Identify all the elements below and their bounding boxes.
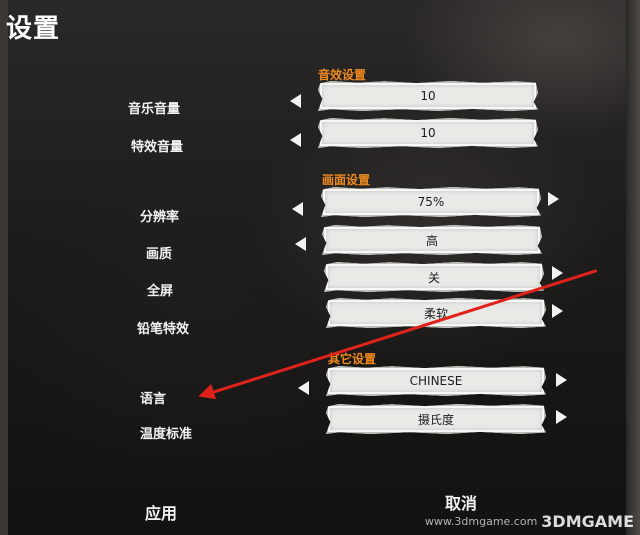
- music-volume-value: 10: [318, 81, 538, 111]
- fullscreen-label: 全屏: [147, 284, 174, 299]
- apply-button[interactable]: 应用: [145, 500, 177, 524]
- fullscreen-value: 关: [324, 262, 544, 292]
- panel-edge-left: [0, 0, 8, 535]
- pencil-effect-value: 柔软: [326, 298, 546, 328]
- temperature-unit-label: 温度标准: [140, 427, 193, 442]
- watermark-url: www.3dmgame.com: [424, 515, 538, 528]
- language-decrease-icon[interactable]: [298, 381, 309, 395]
- temperature-unit-value: 摄氏度: [326, 404, 546, 434]
- pencil-effect-increase-icon[interactable]: [552, 304, 563, 318]
- music-volume-decrease-icon[interactable]: [290, 94, 301, 108]
- annotation-arrow-head-icon: [195, 383, 217, 405]
- temperature-unit-increase-icon[interactable]: [556, 410, 567, 424]
- page-title: 设置: [6, 14, 61, 44]
- quality-decrease-icon[interactable]: [295, 237, 306, 251]
- watermark: www.3dmgame.com 3DMGAME: [425, 512, 634, 531]
- sfx-volume-decrease-icon[interactable]: [290, 133, 301, 147]
- panel-edge-right: [626, 0, 640, 535]
- language-label: 语言: [140, 392, 167, 407]
- sfx-volume-label: 特效音量: [131, 140, 184, 155]
- fullscreen-increase-icon[interactable]: [552, 266, 563, 280]
- language-increase-icon[interactable]: [556, 373, 567, 387]
- music-volume-label: 音乐音量: [128, 102, 181, 117]
- resolution-increase-icon[interactable]: [548, 192, 559, 206]
- quality-label: 画质: [146, 247, 173, 262]
- quality-value: 高: [322, 225, 542, 255]
- cancel-button[interactable]: 取消: [445, 490, 477, 514]
- section-video-header: 画面设置: [322, 173, 371, 187]
- resolution-value: 75%: [321, 187, 541, 217]
- watermark-logo: 3DMGAME: [541, 512, 634, 531]
- language-value: CHINESE: [326, 366, 546, 396]
- resolution-label: 分辨率: [140, 210, 180, 225]
- sfx-volume-value: 10: [318, 118, 538, 148]
- section-audio-header: 音效设置: [318, 68, 367, 82]
- pencil-effect-label: 铅笔特效: [137, 322, 190, 337]
- resolution-decrease-icon[interactable]: [292, 202, 303, 216]
